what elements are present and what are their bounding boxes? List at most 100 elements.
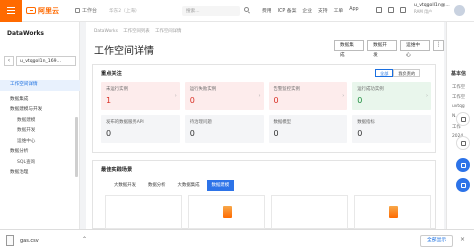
info-line: 工作空 (452, 85, 466, 90)
data-development-button[interactable]: 数据开发 (367, 40, 398, 58)
sidebar-item-sql-query[interactable]: SQL查询 (0, 158, 80, 169)
nav-ticket[interactable]: 工单 (334, 7, 344, 14)
scene-card[interactable] (105, 195, 182, 229)
region-selector[interactable]: 华东2（上海） (109, 8, 140, 14)
search-input[interactable]: 搜索... (182, 6, 249, 16)
best-practice-panel: 最佳实践场景 大数据开发 数据分析 大数据集成 数据建模 (92, 160, 436, 229)
card-success[interactable]: 运行成功实例 0 › (352, 82, 431, 110)
workbench-link[interactable]: 工作台 (75, 7, 97, 14)
download-bar: gas.csv ⌃ 全部显示 × (0, 229, 474, 251)
toggle-mine[interactable]: 我负责的 (393, 69, 421, 77)
card-failed[interactable]: 运行失败实例 0 › (184, 82, 264, 110)
top-nav: 费用 ICP 备案 企业 支持 工单 App (262, 7, 359, 14)
best-practice-title: 最佳实践场景 (101, 167, 133, 173)
card-label: 未运行实例 (106, 87, 128, 92)
nav-icp[interactable]: ICP 备案 (278, 7, 297, 14)
chevron-right-icon: › (342, 93, 345, 99)
card-value: 0 (273, 129, 279, 138)
focus-title: 重点关注 (101, 71, 122, 77)
chevron-right-icon: › (258, 93, 261, 99)
info-line: 工作空 (452, 95, 466, 100)
show-all-button[interactable]: 全部显示 (420, 235, 454, 247)
header-actions: 数据集成 数据开发 运维中心 ⋮ (334, 40, 444, 58)
nav-fees[interactable]: 费用 (262, 7, 272, 14)
avatar[interactable] (454, 5, 465, 16)
float-button-message[interactable] (456, 136, 470, 150)
card-api[interactable]: 发布的数据服务API 0 (101, 115, 180, 143)
main-content: DataWorks 工作空间列表 工作空间详情 工作空间详情 数据集成 数据开发… (86, 22, 444, 229)
document-icon (461, 117, 466, 122)
cloud-shell-icon[interactable] (376, 7, 382, 13)
float-button-tools[interactable] (456, 178, 470, 192)
tab-big-data-development[interactable]: 大数据开发 (109, 180, 141, 191)
nav-enterprise[interactable]: 企业 (302, 7, 312, 14)
user-info[interactable]: u_vtqgoll1n@... RAM 用户 (414, 3, 450, 15)
assistant-icon (461, 163, 466, 168)
scene-illustration-icon (223, 206, 232, 218)
card-value: 0 (357, 129, 363, 138)
breadcrumb: DataWorks 工作空间列表 工作空间详情 (94, 28, 185, 34)
logo[interactable]: 阿里云 (26, 6, 59, 16)
tab-data-analysis[interactable]: 数据分析 (143, 180, 171, 191)
sidebar-item-data-modeling[interactable]: 数据建模 (0, 116, 80, 127)
home-icon (75, 8, 80, 13)
scene-card[interactable] (354, 195, 431, 229)
card-governance[interactable]: 待治理问题 0 (184, 115, 264, 143)
card-models[interactable]: 数据模型 0 (268, 115, 348, 143)
tab-data-modeling[interactable]: 数据建模 (206, 180, 235, 191)
card-value: 0 (357, 96, 363, 105)
sidebar-item-workspace-details[interactable]: 工作空间详情 (0, 80, 80, 91)
message-icon[interactable] (388, 7, 394, 13)
sidebar-item-modeling-development[interactable]: 数据建模与开发 (0, 105, 80, 116)
sidebar-item-data-governance[interactable]: 数据治理 (0, 168, 80, 179)
sidebar-item-operation-center[interactable]: 运维中心 (0, 137, 80, 148)
breadcrumb-current: 工作空间详情 (155, 29, 182, 34)
menu-icon[interactable] (0, 0, 22, 22)
scene-card[interactable] (188, 195, 265, 229)
tab-big-data-integration[interactable]: 大数据集成 (173, 180, 205, 191)
breadcrumb-dataworks[interactable]: DataWorks (94, 29, 118, 34)
data-integration-button[interactable]: 数据集成 (334, 40, 365, 58)
sidebar-list: 工作空间详情 数据集成 数据建模与开发 数据建模 数据开发 运维中心 数据分析 … (0, 80, 80, 179)
nav-app[interactable]: App (349, 7, 358, 14)
card-not-run[interactable]: 未运行实例 1 › (101, 82, 180, 110)
info-line: uvtqg (452, 104, 465, 109)
focus-panel: 重点关注 全部 我负责的 未运行实例 1 › 运行失败实例 0 › 告警监控实例… (92, 64, 436, 153)
sidebar-item-data-development[interactable]: 数据开发 (0, 126, 80, 137)
card-alert[interactable]: 告警监控实例 0 › (268, 82, 348, 110)
scene-card[interactable] (271, 195, 348, 229)
status-cards-row1: 未运行实例 1 › 运行失败实例 0 › 告警监控实例 0 › 运行成功实例 0… (101, 82, 431, 110)
card-value: 1 (106, 96, 112, 105)
focus-toggle: 全部 我负责的 (375, 69, 421, 77)
card-label: 运行失败实例 (189, 87, 217, 92)
card-label: 数据指标 (357, 120, 375, 125)
card-value: 0 (189, 96, 195, 105)
sidebar-scrollbar[interactable] (75, 117, 78, 177)
search-icon[interactable] (244, 7, 249, 12)
sidebar-item-data-analysis[interactable]: 数据分析 (0, 147, 80, 158)
sidebar-item-data-integration[interactable]: 数据集成 (0, 95, 80, 106)
close-icon[interactable]: × (460, 236, 465, 243)
more-icon[interactable]: ⋮ (433, 40, 444, 51)
scene-illustration-icon (389, 206, 398, 218)
float-button-assistant[interactable] (456, 158, 470, 172)
toggle-all[interactable]: 全部 (375, 69, 394, 77)
chevron-up-icon[interactable]: ⌃ (82, 236, 87, 243)
help-icon[interactable] (400, 7, 406, 13)
message-icon (461, 141, 466, 146)
float-button-document[interactable] (456, 112, 470, 126)
operation-center-button[interactable]: 运维中心 (400, 40, 431, 58)
workspace-selector[interactable]: u_vtqgol1n_169... (16, 56, 76, 66)
chevron-right-icon: › (426, 93, 428, 99)
sidebar: DataWorks ‹ u_vtqgol1n_169... 工作空间详情 数据集… (0, 22, 80, 229)
nav-support[interactable]: 支持 (318, 7, 328, 14)
back-button[interactable]: ‹ (4, 56, 14, 66)
workbench-label: 工作台 (82, 8, 98, 14)
breadcrumb-workspace-list[interactable]: 工作空间列表 (123, 29, 149, 34)
download-filename[interactable]: gas.csv (20, 238, 39, 244)
card-label: 发布的数据服务API (106, 120, 144, 125)
card-value: 0 (273, 96, 279, 105)
basic-info-title: 基本信 (451, 71, 467, 77)
card-metrics[interactable]: 数据指标 0 (352, 115, 431, 143)
page-title: 工作空间详情 (94, 46, 154, 57)
